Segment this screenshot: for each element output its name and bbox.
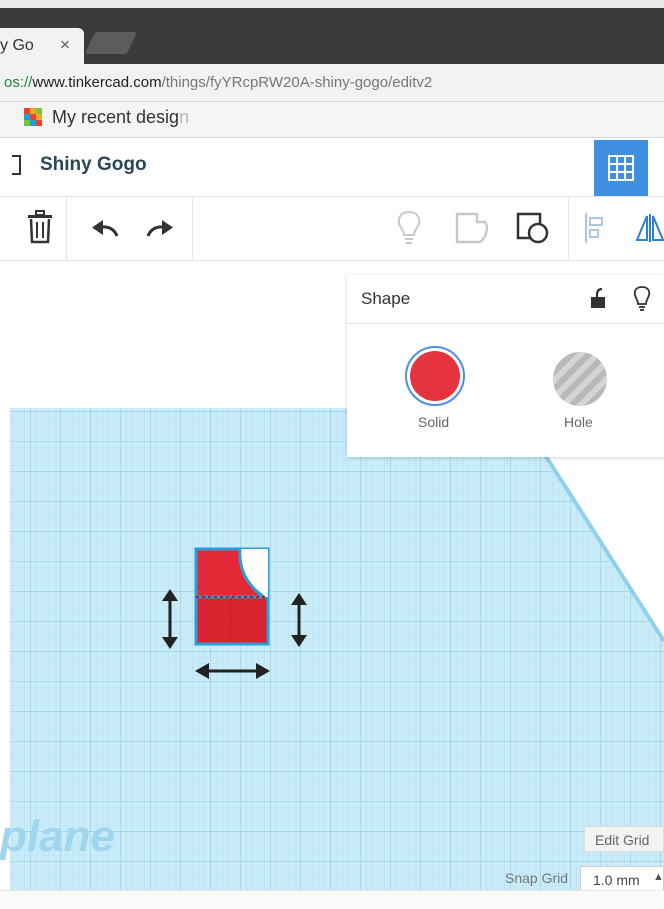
url-path: /things/fyYRcpRW20A-shiny-gogo/editv2 — [161, 74, 433, 91]
hole-button[interactable] — [553, 352, 607, 406]
lightbulb-icon[interactable] — [632, 286, 652, 312]
align-icon[interactable] — [584, 212, 606, 244]
snap-grid-label: Snap Grid — [505, 870, 569, 886]
grid-icon — [608, 155, 634, 181]
tab-title[interactable]: y Go — [0, 37, 34, 55]
toolbar-separator — [192, 197, 193, 260]
undo-icon[interactable] — [89, 218, 119, 240]
url-text[interactable]: os://www.tinkercad.com/things/fyYRcpRW20… — [4, 74, 432, 91]
window-top-edge — [0, 0, 664, 8]
ungroup-icon[interactable] — [516, 212, 550, 244]
bottom-bar — [0, 890, 664, 909]
bookmark-my-recent-designs[interactable]: My recent design — [52, 107, 189, 128]
shape-inspector-divider — [347, 323, 664, 324]
solid-color-button[interactable] — [405, 346, 465, 406]
design-title[interactable]: Shiny Gogo — [40, 154, 147, 176]
tab-close-icon[interactable]: × — [60, 35, 70, 55]
url-host: www.tinkercad.com — [32, 74, 162, 91]
redo-icon[interactable] — [146, 218, 176, 240]
mirror-icon[interactable] — [634, 212, 664, 244]
url-scheme: os:// — [4, 74, 33, 91]
solid-label: Solid — [418, 414, 450, 430]
3d-view-grid-button[interactable] — [594, 140, 648, 196]
hole-label: Hole — [564, 414, 593, 430]
lightbulb-icon[interactable] — [396, 210, 422, 246]
trash-icon[interactable] — [26, 210, 54, 244]
menu-icon[interactable] — [12, 155, 21, 175]
solid-color-fill — [410, 351, 460, 401]
group-icon[interactable] — [455, 212, 491, 244]
shape-inspector-title: Shape — [361, 289, 411, 308]
edit-grid-button[interactable]: Edit Grid — [584, 826, 664, 852]
chevron-up-icon[interactable]: ▲ — [653, 871, 664, 883]
tinkercad-logo-icon — [24, 108, 42, 126]
bookmark-label-fade: n — [179, 107, 190, 127]
lock-icon[interactable] — [589, 287, 607, 309]
toolbar-separator — [568, 197, 569, 260]
snap-grid-select[interactable]: 1.0 mm — [580, 866, 664, 892]
workplane-label: plane — [0, 812, 115, 861]
bookmark-label: My recent desig — [52, 107, 180, 127]
toolbar-separator — [66, 197, 67, 260]
